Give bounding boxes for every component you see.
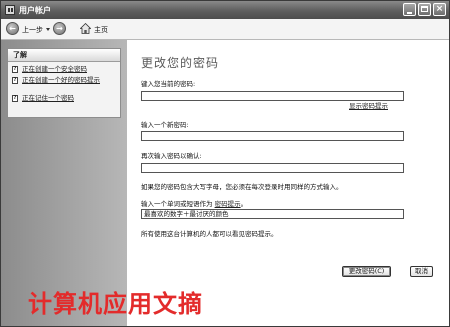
- help-topic-icon: ?: [12, 66, 18, 73]
- forward-button[interactable]: →: [53, 22, 66, 35]
- learn-about-panel: 了解 ? 正在创建一个安全密码 ? 正在创建一个好的密码提示 ? 正在记住一个密…: [7, 48, 121, 118]
- user-accounts-window: 用户帐户 × ← 上一步 → 主页 了解 ? 正在创建一个安全密码 ? 正在创建…: [0, 0, 450, 327]
- password-hint-link[interactable]: 密码提示: [215, 200, 241, 208]
- maximize-icon: [421, 6, 428, 12]
- confirm-password-input[interactable]: [141, 163, 404, 173]
- close-button[interactable]: ×: [433, 3, 446, 16]
- forward-arrow-icon: →: [56, 24, 63, 33]
- home-icon[interactable]: [80, 23, 91, 34]
- new-password-label: 输入一个新密码:: [141, 121, 189, 129]
- back-button[interactable]: ←: [6, 22, 19, 35]
- password-hint-input[interactable]: 最喜欢的数字＋最讨厌的颜色: [141, 209, 404, 219]
- hint-label-suffix: 。: [240, 200, 248, 208]
- title-bar[interactable]: 用户帐户 ×: [1, 1, 449, 19]
- change-password-button[interactable]: 更改密码(C): [342, 266, 391, 277]
- help-topic-icon: ?: [12, 77, 18, 84]
- caps-note: 如果您的密码包含大写字母，您必须在每次登录时用同样的方式输入。: [141, 183, 343, 191]
- window-title: 用户帐户: [19, 6, 51, 15]
- show-hint-link[interactable]: 显示密码提示: [349, 100, 388, 110]
- confirm-password-label: 再次输入密码以确认:: [141, 152, 202, 160]
- hint-label-prefix: 输入一个单词或短语作为: [141, 200, 213, 208]
- new-password-input[interactable]: [141, 131, 404, 141]
- hint-visibility-note: 所有使用这台计算机的人都可以看见密码提示。: [141, 230, 278, 238]
- toolbar: ← 上一步 → 主页: [1, 19, 449, 40]
- page-title: 更改您的密码: [141, 56, 220, 70]
- back-dropdown-icon[interactable]: [46, 28, 50, 31]
- help-topic-icon: ?: [12, 95, 18, 102]
- password-hint-label: 输入一个单词或短语作为 密码提示。: [141, 198, 247, 208]
- current-password-label: 键入您当前的密码:: [141, 80, 196, 88]
- close-icon: ×: [435, 4, 444, 14]
- watermark: 计算机应用文摘: [28, 290, 203, 318]
- minimize-button[interactable]: [403, 3, 416, 16]
- home-label[interactable]: 主页: [94, 25, 108, 35]
- sidebar-item-label[interactable]: 正在创建一个好的密码提示: [22, 77, 120, 84]
- back-label[interactable]: 上一步: [22, 25, 43, 35]
- panel-title: 了解: [8, 49, 120, 62]
- sidebar-item-label[interactable]: 正在记住一个密码: [22, 95, 120, 102]
- user-accounts-icon: [5, 5, 15, 15]
- cancel-button[interactable]: 取消: [410, 266, 433, 277]
- sidebar-item-label[interactable]: 正在创建一个安全密码: [22, 66, 120, 73]
- back-arrow-icon: ←: [9, 24, 16, 33]
- minimize-icon: [407, 12, 412, 14]
- maximize-button[interactable]: [418, 3, 431, 16]
